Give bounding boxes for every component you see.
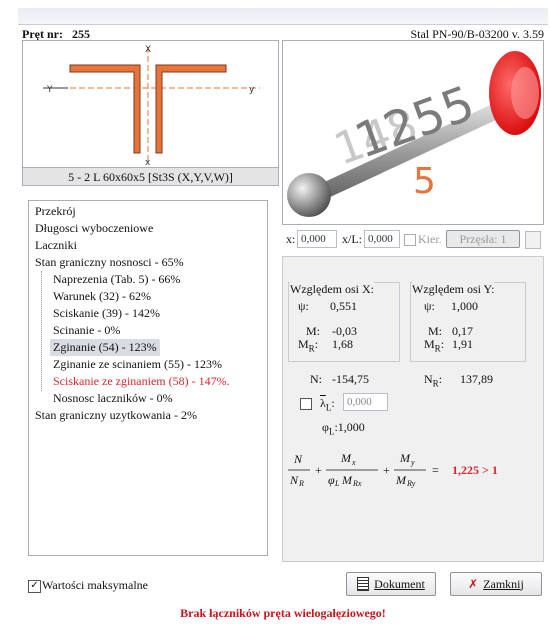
cross-section-panel: Y y X x <box>22 40 279 168</box>
x-input[interactable]: 0,000 <box>297 230 337 248</box>
axis-x-label-bottom: x <box>145 158 151 167</box>
bar-3d-sublabel: 5 <box>413 161 436 202</box>
tree-item[interactable]: Nosnosc laczników - 0% <box>53 390 173 407</box>
angle-right <box>155 64 227 154</box>
axis-y-label: Y <box>46 85 53 95</box>
max-values-checkbox[interactable]: ✓ <box>28 580 41 593</box>
formula-my: M <box>399 451 411 465</box>
max-values-label: Wartości maksymalne <box>42 578 149 592</box>
xl-input[interactable]: 0,000 <box>364 230 400 248</box>
przesla-spin[interactable] <box>525 231 541 249</box>
interaction-formula: N N R + M x φ L M Rx + M y M Ry = 1,225 … <box>288 451 498 488</box>
kier-checkbox[interactable] <box>404 234 416 246</box>
formula-phil-sub: L <box>334 479 340 488</box>
formula-mrx-sub: Rx <box>352 479 362 488</box>
bar-number-label: Pręt nr: <box>22 27 63 41</box>
phi-label: φL:1,000 <box>322 420 365 437</box>
section-caption: 5 - 2 L 60x60x5 [St3S (X,Y,V,W)] <box>22 168 279 186</box>
formula-mx-sub: x <box>351 458 356 467</box>
nr-label: NR: <box>424 372 443 389</box>
top-strip <box>0 0 550 6</box>
tree-item[interactable]: Stan graniczny nosnosci - 65% <box>35 254 184 271</box>
mr-x-value: 1,68 <box>332 337 353 351</box>
nr-value: 137,89 <box>460 372 493 386</box>
group-y-title: Względem osi Y: <box>412 282 495 297</box>
psi-y-label: ψ: <box>424 299 435 313</box>
mr-y-value: 1,91 <box>452 337 473 351</box>
zamknij-button[interactable]: ✗ Zamknij <box>450 572 542 596</box>
formula-plus-2: + <box>383 463 390 477</box>
mr-y-label: MR: <box>424 337 445 354</box>
przesla-button[interactable]: Przęsła: 1 <box>446 230 520 248</box>
tree-item[interactable]: Zginanie ze scinaniem (55) - 123% <box>53 356 222 373</box>
mr-x-label: MR: <box>298 337 319 354</box>
tree-item[interactable]: Przekrój <box>35 203 76 220</box>
cross-section-drawing: Y y X x <box>43 45 260 168</box>
xl-label: x/L: <box>342 232 362 246</box>
results-tree[interactable]: Przekrój Długosci wyboczeniowe Laczniki … <box>28 200 268 556</box>
tree-item-selected[interactable]: Zginanie (54) - 123% <box>50 339 160 356</box>
tree-item[interactable]: Sciskanie (39) - 142% <box>53 305 160 322</box>
formula-eq: = <box>432 463 439 477</box>
node-start <box>287 173 331 217</box>
close-icon: ✗ <box>468 577 479 591</box>
lambda-label: λL: <box>320 396 335 413</box>
formula-nr: N <box>289 473 299 487</box>
tree-item[interactable]: Stan graniczny uzytkowania - 2% <box>35 407 197 424</box>
document-icon <box>357 577 370 591</box>
bar-3d-view[interactable]: 148 1255 5 <box>282 40 544 225</box>
formula-nr-sub: R <box>298 479 304 488</box>
tree-item[interactable]: Laczniki <box>35 237 77 254</box>
formula-mry: M <box>395 473 407 487</box>
formula-plus-1: + <box>315 463 322 477</box>
formula-mrx: M <box>341 473 353 487</box>
formula-mry-sub: Ry <box>406 479 416 488</box>
x-label: x: <box>286 232 296 246</box>
formula-mx: M <box>340 451 352 465</box>
lambda-input[interactable]: 0,000 <box>343 393 388 411</box>
tree-item[interactable]: Długosci wyboczeniowe <box>35 220 153 237</box>
status-message: Brak łączników pręta wielogałęziowego! <box>180 606 386 620</box>
zamknij-label: Zamknij <box>483 576 524 591</box>
formula-n: N <box>293 452 303 466</box>
group-x-title: Względem osi X: <box>290 282 374 297</box>
formula-result: 1,225 > 1 <box>452 463 498 477</box>
bar-number-value: 255 <box>71 27 90 41</box>
formula-my-sub: y <box>410 458 415 467</box>
formula-phil: φ <box>328 473 335 487</box>
tree-item[interactable]: Warunek (32) - 62% <box>53 288 151 305</box>
psi-y-value: 1,000 <box>451 299 478 313</box>
tree-guide <box>41 271 42 391</box>
axis-x-label: X <box>145 45 151 55</box>
n-value: -154,75 <box>332 372 369 386</box>
tree-item-warning[interactable]: Sciskanie ze zginaniem (58) - 147%. <box>53 373 230 390</box>
n-label: N: <box>310 372 322 386</box>
psi-x-value: 0,551 <box>330 299 357 313</box>
psi-x-label: ψ: <box>298 299 309 313</box>
axis-y-label-right: y <box>249 85 255 95</box>
angle-left <box>69 64 141 154</box>
dokument-button[interactable]: Dokument <box>346 572 436 596</box>
tree-item[interactable]: Scinanie - 0% <box>53 322 120 339</box>
bar-3d-drawing: 148 1255 5 <box>287 51 541 217</box>
lambda-checkbox[interactable] <box>300 398 312 410</box>
title-bar <box>18 8 548 25</box>
kier-label: Kier. <box>418 232 442 246</box>
dokument-label: Dokument <box>374 576 425 591</box>
tree-item[interactable]: Naprezenia (Tab. 5) - 66% <box>53 271 180 288</box>
